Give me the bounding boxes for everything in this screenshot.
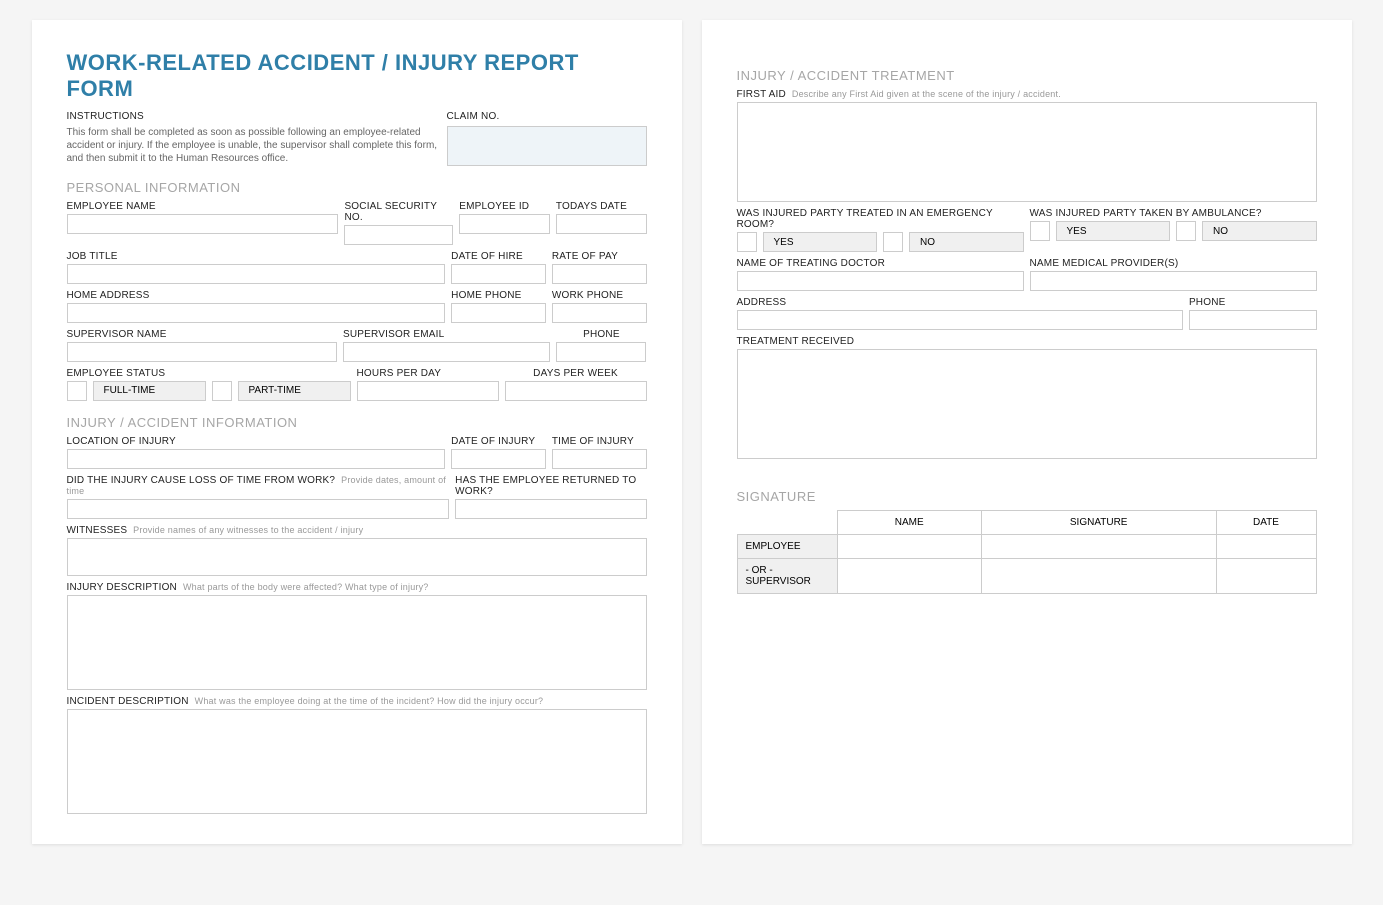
- er-yes-label: YES: [763, 232, 878, 252]
- sig-employee-row-label: EMPLOYEE: [737, 535, 837, 559]
- page-2: INJURY / ACCIDENT TREATMENT FIRST AID De…: [702, 20, 1352, 844]
- date-of-hire-input[interactable]: [451, 264, 546, 284]
- provider-address-label: ADDRESS: [737, 297, 1183, 308]
- loss-of-time-label: DID THE INJURY CAUSE LOSS OF TIME FROM W…: [67, 475, 450, 497]
- provider-address-input[interactable]: [737, 310, 1183, 330]
- er-yes-checkbox[interactable]: [737, 232, 757, 252]
- date-of-hire-label: DATE OF HIRE: [451, 251, 546, 262]
- section-personal: PERSONAL INFORMATION: [67, 180, 647, 195]
- time-of-injury-input[interactable]: [552, 449, 647, 469]
- treatment-received-input[interactable]: [737, 349, 1317, 459]
- job-title-label: JOB TITLE: [67, 251, 446, 262]
- home-phone-input[interactable]: [451, 303, 546, 323]
- returned-to-work-label: HAS THE EMPLOYEE RETURNED TO WORK?: [455, 475, 646, 497]
- sig-employee-date[interactable]: [1216, 535, 1316, 559]
- part-time-label: PART-TIME: [238, 381, 351, 401]
- supervisor-email-label: SUPERVISOR EMAIL: [343, 329, 550, 340]
- injury-description-input[interactable]: [67, 595, 647, 690]
- sig-supervisor-date[interactable]: [1216, 559, 1316, 594]
- incident-description-label: INCIDENT DESCRIPTION What was the employ…: [67, 696, 647, 707]
- section-treatment: INJURY / ACCIDENT TREATMENT: [737, 68, 1317, 83]
- location-of-injury-input[interactable]: [67, 449, 446, 469]
- time-of-injury-label: TIME OF INJURY: [552, 436, 647, 447]
- employee-id-label: EMPLOYEE ID: [459, 201, 550, 212]
- work-phone-label: WORK PHONE: [552, 290, 647, 301]
- section-signature: SIGNATURE: [737, 489, 1317, 504]
- sig-employee-signature[interactable]: [981, 535, 1216, 559]
- supervisor-name-label: SUPERVISOR NAME: [67, 329, 337, 340]
- job-title-input[interactable]: [67, 264, 446, 284]
- medical-provider-input[interactable]: [1030, 271, 1317, 291]
- date-of-injury-input[interactable]: [451, 449, 546, 469]
- ssn-label: SOCIAL SECURITY NO.: [344, 201, 453, 223]
- amb-no-label: NO: [1202, 221, 1317, 241]
- days-per-week-input[interactable]: [505, 381, 647, 401]
- days-per-week-label: DAYS PER WEEK: [505, 368, 647, 379]
- instructions-label: INSTRUCTIONS: [67, 111, 441, 122]
- sig-signature-header: SIGNATURE: [981, 511, 1216, 535]
- er-no-checkbox[interactable]: [883, 232, 903, 252]
- date-of-injury-label: DATE OF INJURY: [451, 436, 546, 447]
- todays-date-input[interactable]: [556, 214, 647, 234]
- er-no-label: NO: [909, 232, 1024, 252]
- employee-id-input[interactable]: [459, 214, 550, 234]
- rate-of-pay-input[interactable]: [552, 264, 647, 284]
- supervisor-phone-input[interactable]: [556, 342, 646, 362]
- sig-employee-name[interactable]: [837, 535, 981, 559]
- employee-name-input[interactable]: [67, 214, 339, 234]
- rate-of-pay-label: RATE OF PAY: [552, 251, 647, 262]
- work-phone-input[interactable]: [552, 303, 647, 323]
- returned-to-work-input[interactable]: [455, 499, 646, 519]
- signature-table: NAMESIGNATUREDATE EMPLOYEE - OR - SUPERV…: [737, 510, 1317, 594]
- home-address-input[interactable]: [67, 303, 446, 323]
- medical-provider-label: NAME MEDICAL PROVIDER(S): [1030, 258, 1317, 269]
- sig-supervisor-name[interactable]: [837, 559, 981, 594]
- amb-yes-label: YES: [1056, 221, 1171, 241]
- section-injury-info: INJURY / ACCIDENT INFORMATION: [67, 415, 647, 430]
- sig-supervisor-row-label: - OR - SUPERVISOR: [737, 559, 837, 594]
- treating-doctor-input[interactable]: [737, 271, 1024, 291]
- witnesses-label: WITNESSES Provide names of any witnesses…: [67, 525, 647, 536]
- provider-phone-input[interactable]: [1189, 310, 1317, 330]
- injury-description-label: INJURY DESCRIPTION What parts of the bod…: [67, 582, 647, 593]
- supervisor-name-input[interactable]: [67, 342, 337, 362]
- home-address-label: HOME ADDRESS: [67, 290, 446, 301]
- full-time-label: FULL-TIME: [93, 381, 206, 401]
- sig-date-header: DATE: [1216, 511, 1316, 535]
- full-time-checkbox[interactable]: [67, 381, 87, 401]
- emergency-room-label: WAS INJURED PARTY TREATED IN AN EMERGENC…: [737, 208, 1024, 230]
- sig-name-header: NAME: [837, 511, 981, 535]
- supervisor-phone-label: PHONE: [556, 329, 646, 340]
- hours-per-day-label: HOURS PER DAY: [357, 368, 499, 379]
- treating-doctor-label: NAME OF TREATING DOCTOR: [737, 258, 1024, 269]
- first-aid-input[interactable]: [737, 102, 1317, 202]
- page-1: WORK-RELATED ACCIDENT / INJURY REPORT FO…: [32, 20, 682, 844]
- first-aid-label: FIRST AID Describe any First Aid given a…: [737, 89, 1317, 100]
- claim-no-input[interactable]: [447, 126, 647, 166]
- loss-of-time-input[interactable]: [67, 499, 450, 519]
- employee-status-label: EMPLOYEE STATUS: [67, 368, 351, 379]
- instructions-text: This form shall be completed as soon as …: [67, 126, 441, 165]
- claim-no-label: CLAIM NO.: [447, 111, 647, 122]
- witnesses-input[interactable]: [67, 538, 647, 576]
- part-time-checkbox[interactable]: [212, 381, 232, 401]
- home-phone-label: HOME PHONE: [451, 290, 546, 301]
- hours-per-day-input[interactable]: [357, 381, 499, 401]
- incident-description-input[interactable]: [67, 709, 647, 814]
- ambulance-label: WAS INJURED PARTY TAKEN BY AMBULANCE?: [1030, 208, 1317, 219]
- amb-yes-checkbox[interactable]: [1030, 221, 1050, 241]
- employee-name-label: EMPLOYEE NAME: [67, 201, 339, 212]
- supervisor-email-input[interactable]: [343, 342, 550, 362]
- amb-no-checkbox[interactable]: [1176, 221, 1196, 241]
- form-title: WORK-RELATED ACCIDENT / INJURY REPORT FO…: [67, 50, 647, 103]
- provider-phone-label: PHONE: [1189, 297, 1317, 308]
- location-of-injury-label: LOCATION OF INJURY: [67, 436, 446, 447]
- todays-date-label: TODAYS DATE: [556, 201, 647, 212]
- sig-supervisor-signature[interactable]: [981, 559, 1216, 594]
- ssn-input[interactable]: [344, 225, 453, 245]
- treatment-received-label: TREATMENT RECEIVED: [737, 336, 1317, 347]
